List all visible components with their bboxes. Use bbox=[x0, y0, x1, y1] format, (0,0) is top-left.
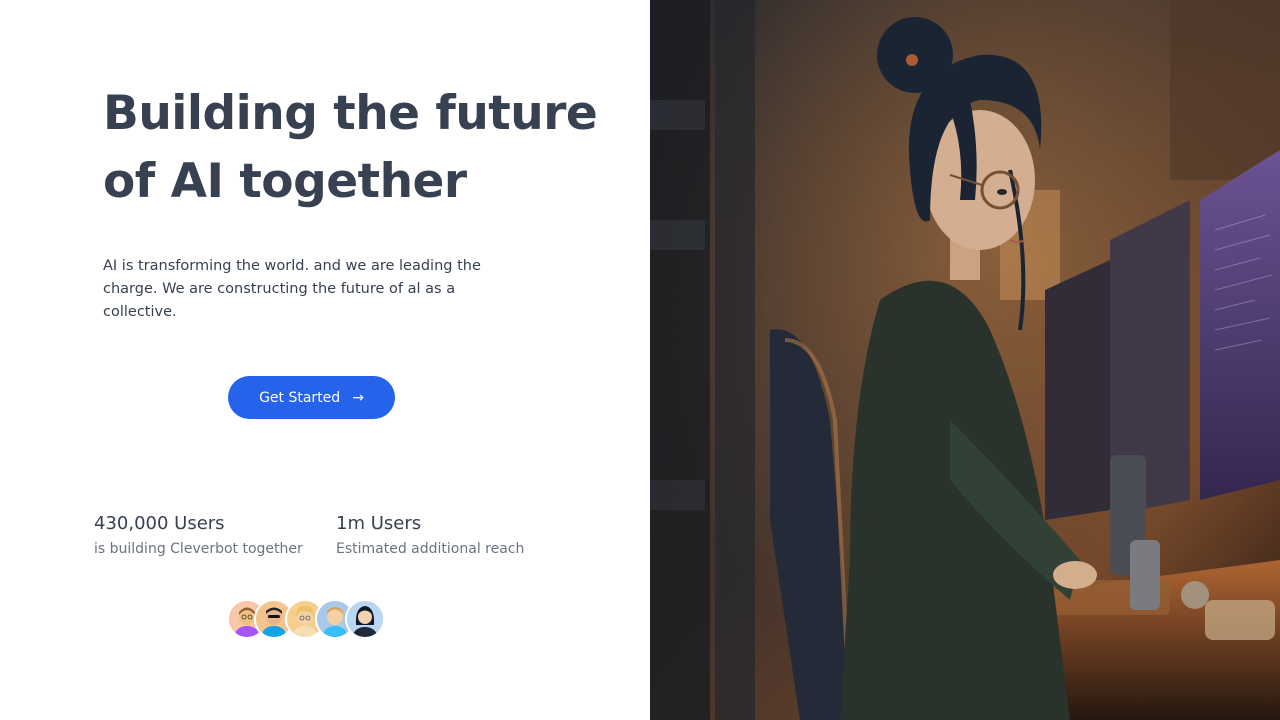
hero-illustration bbox=[650, 0, 1280, 720]
get-started-button[interactable]: Get Started → bbox=[228, 376, 395, 419]
stat-reach-label: Estimated additional reach bbox=[336, 541, 525, 557]
stat-users-label: is building Cleverbot together bbox=[94, 541, 303, 557]
stat-users-value: 430,000 Users bbox=[94, 513, 225, 534]
stat-reach: 1m Users Estimated additional reach bbox=[336, 512, 524, 559]
stat-reach-value: 1m Users bbox=[336, 513, 422, 534]
hero-title: Building the future of AI together bbox=[103, 86, 598, 209]
landing-page: Building the future of AI together AI is… bbox=[0, 0, 1280, 720]
hero-description: AI is transforming the world. and we are… bbox=[103, 258, 481, 320]
arrow-right-icon: → bbox=[352, 389, 364, 406]
avatar bbox=[345, 599, 385, 639]
illustration-girl-at-computer bbox=[650, 0, 1280, 720]
hero-content: Building the future of AI together AI is… bbox=[0, 0, 650, 720]
get-started-label: Get Started bbox=[259, 389, 341, 406]
stat-users: 430,000 Users is building Cleverbot toge… bbox=[94, 512, 303, 559]
